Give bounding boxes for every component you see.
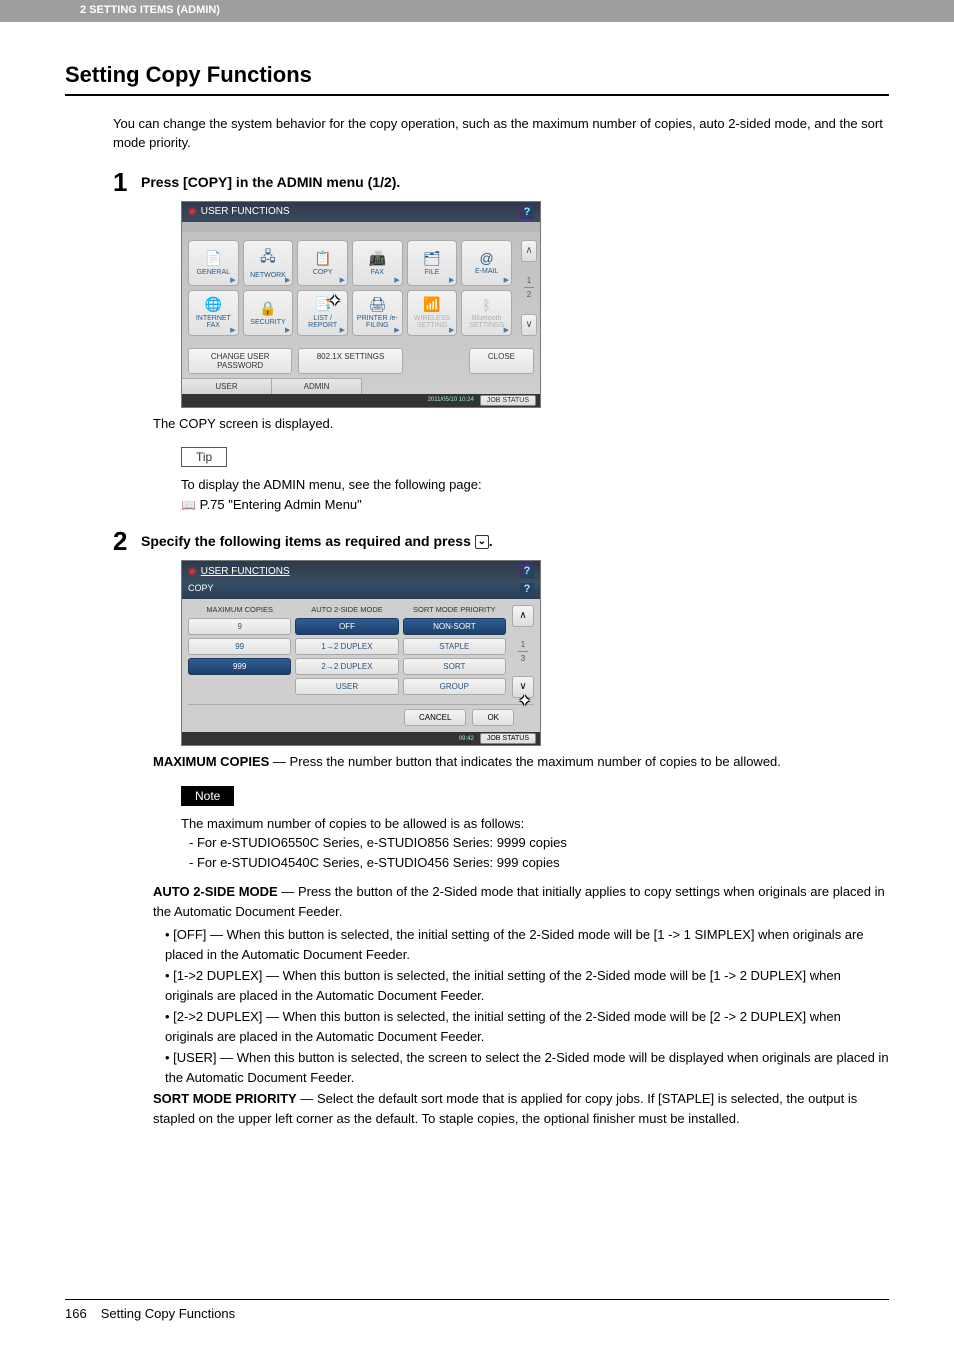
maxcopies-lead: MAXIMUM COPIES <box>153 754 269 769</box>
timestamp: 2011/05/10 10:24 <box>428 397 474 403</box>
option-group[interactable]: GROUP <box>403 678 506 695</box>
option-sort[interactable]: SORT <box>403 658 506 675</box>
note-item: For e-STUDIO4540C Series, e-STUDIO456 Se… <box>189 853 889 873</box>
help-icon[interactable]: ? <box>520 564 534 578</box>
intro-text: You can change the system behavior for t… <box>113 114 889 153</box>
cancel-button[interactable]: CANCEL <box>404 709 466 726</box>
timestamp: 09:42 <box>459 736 474 742</box>
auto2side-item: [2->2 DUPLEX] — When this button is sele… <box>165 1007 889 1046</box>
job-status-button[interactable]: JOB STATUS <box>480 733 536 744</box>
page-indicator-bottom: 3 <box>512 654 534 663</box>
tip-line1: To display the ADMIN menu, see the follo… <box>181 475 889 495</box>
tab-user[interactable]: USER <box>182 378 272 394</box>
chapter-header: 2 SETTING ITEMS (ADMIN) <box>0 0 954 22</box>
job-status-button[interactable]: JOB STATUS <box>480 395 536 406</box>
book-icon: 📖 <box>181 496 196 514</box>
option-user[interactable]: USER <box>295 678 398 695</box>
option-1-2-duplex[interactable]: 1→2 DUPLEX <box>295 638 398 655</box>
option-non-sort[interactable]: NON-SORT <box>403 618 506 635</box>
breadcrumb: COPY <box>188 583 214 597</box>
ok-button[interactable]: OK <box>472 709 514 726</box>
auto2side-lead: AUTO 2-SIDE MODE <box>153 884 278 899</box>
note-intro: The maximum number of copies to be allow… <box>181 814 889 834</box>
step1-after-text: The COPY screen is displayed. <box>153 414 889 434</box>
help-icon[interactable]: ? <box>520 583 534 597</box>
option-off[interactable]: OFF <box>295 618 398 635</box>
admin-tile-bluetooth-settings: ᛒBluetooth SETTINGS▶ <box>461 290 512 336</box>
down-arrow-icon: ⌄ <box>475 535 489 549</box>
option-9[interactable]: 9 <box>188 618 291 635</box>
8021x-settings-button[interactable]: 802.1X SETTINGS <box>298 348 402 374</box>
auto2side-item: [OFF] — When this button is selected, th… <box>165 925 889 964</box>
screenshot-copy-settings: ◉ USER FUNCTIONS ? COPY ? MAXIMUM COPIES… <box>181 560 541 746</box>
red-indicator-icon: ◉ <box>188 206 197 217</box>
option-staple[interactable]: STAPLE <box>403 638 506 655</box>
page-indicator-bottom: 2 <box>521 290 537 299</box>
page-number: 166 <box>65 1306 87 1321</box>
auto2side-item: [USER] — When this button is selected, t… <box>165 1048 889 1087</box>
auto2side-item: [1->2 DUPLEX] — When this button is sele… <box>165 966 889 1005</box>
footer-title: Setting Copy Functions <box>101 1306 235 1321</box>
admin-tile-security[interactable]: 🔒SECURITY▶ <box>243 290 294 336</box>
step-1-number: 1 <box>113 169 141 195</box>
page-indicator-top: 1 <box>521 276 537 285</box>
close-button[interactable]: CLOSE <box>469 348 534 374</box>
red-indicator-icon: ◉ <box>188 566 197 577</box>
note-label: Note <box>181 786 234 806</box>
step-2-instruction: Specify the following items as required … <box>141 528 889 550</box>
page-down-button[interactable]: ∨ <box>512 676 534 698</box>
note-item: For e-STUDIO6550C Series, e-STUDIO856 Se… <box>189 833 889 853</box>
step-2-number: 2 <box>113 528 141 554</box>
page-indicator-top: 1 <box>512 640 534 649</box>
admin-tile-internet-fax[interactable]: 🌐INTERNET FAX▶ <box>188 290 239 336</box>
admin-tile-list-report[interactable]: 📑LIST / REPORT▶ <box>297 290 348 336</box>
step-1-instruction: Press [COPY] in the ADMIN menu (1/2). <box>141 169 889 191</box>
option-99[interactable]: 99 <box>188 638 291 655</box>
page-up-button[interactable]: ∧ <box>512 605 534 627</box>
page-up-button[interactable]: ∧ <box>521 240 537 262</box>
help-icon[interactable]: ? <box>520 205 534 219</box>
admin-tile-wireless-setting: 📶WIRELESS SETTING▶ <box>407 290 458 336</box>
tip-label: Tip <box>181 447 227 467</box>
sortmode-lead: SORT MODE PRIORITY <box>153 1091 297 1106</box>
col-sortmode-header: SORT MODE PRIORITY <box>403 605 506 618</box>
tip-line2: P.75 "Entering Admin Menu" <box>200 497 362 512</box>
col-auto2side-header: AUTO 2-SIDE MODE <box>295 605 398 618</box>
title-underline <box>65 94 889 96</box>
option-2-2-duplex[interactable]: 2→2 DUPLEX <box>295 658 398 675</box>
page-title: Setting Copy Functions <box>65 62 889 88</box>
ss1-title: USER FUNCTIONS <box>201 206 290 217</box>
option-999[interactable]: 999 <box>188 658 291 675</box>
admin-tile-file[interactable]: 🗂FILE▶ <box>407 240 458 286</box>
admin-tile-network[interactable]: 🖧NETWORK▶ <box>243 240 294 286</box>
admin-tile-e-mail[interactable]: @E-MAIL▶ <box>461 240 512 286</box>
ss2-title: USER FUNCTIONS <box>201 566 290 577</box>
maxcopies-text: — Press the number button that indicates… <box>269 754 781 769</box>
change-user-password-button[interactable]: CHANGE USER PASSWORD <box>188 348 292 374</box>
tab-admin[interactable]: ADMIN <box>272 378 362 394</box>
admin-tile-printer-e-filing[interactable]: 🖨PRINTER /e-FILING▶ <box>352 290 403 336</box>
screenshot-admin-menu: ◉ USER FUNCTIONS ? 📄GENERAL▶🖧NETWORK▶📋CO… <box>181 201 541 408</box>
col-max-copies-header: MAXIMUM COPIES <box>188 605 291 618</box>
page-down-button[interactable]: ∨ <box>521 314 537 336</box>
admin-tile-copy[interactable]: 📋COPY▶ <box>297 240 348 286</box>
admin-tile-fax[interactable]: 📠FAX▶ <box>352 240 403 286</box>
admin-tile-general[interactable]: 📄GENERAL▶ <box>188 240 239 286</box>
